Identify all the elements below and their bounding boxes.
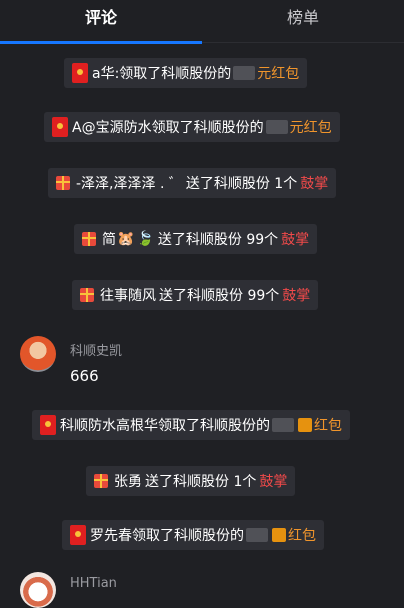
message-user: 罗先春 xyxy=(90,528,132,544)
comment-author: 科顺史凯 xyxy=(70,344,123,359)
leaf-emoji-icon: 🍃 xyxy=(136,231,154,247)
message-suffix: 鼓掌 xyxy=(282,288,311,304)
message-suffix: 元红包 xyxy=(257,66,300,82)
message-action: 送了科顺股份 1个 xyxy=(145,474,257,490)
red-envelope-icon xyxy=(70,525,86,545)
message-user: 张勇 xyxy=(114,474,142,490)
comment-item: HHTian xyxy=(20,572,117,608)
message-action: 送了科顺股份 99个 xyxy=(159,288,280,304)
gift-message: 往事随风 送了科顺股份 99个 鼓掌 xyxy=(72,280,319,310)
red-envelope-icon xyxy=(72,63,88,83)
tab-comments[interactable]: 评论 xyxy=(0,0,202,44)
gift-message: -泽泽,泽泽泽 . ゛ 送了科顺股份 1个 鼓掌 xyxy=(48,168,337,198)
redpack-message: A@宝源防水 领取了科顺股份的 元红包 xyxy=(44,112,340,142)
redacted-amount xyxy=(272,418,294,432)
gift-icon xyxy=(94,474,108,488)
redpack-message: 科顺防水高根华 领取了科顺股份的 红包 xyxy=(32,410,350,440)
tab-comments-label: 评论 xyxy=(84,8,117,27)
tab-bar: 评论 榜单 xyxy=(0,0,404,44)
message-action: 领取了科顺股份的 xyxy=(119,66,232,82)
message-user: -泽泽,泽泽泽 . ゛ xyxy=(76,176,183,192)
message-action: 领取了科顺股份的 xyxy=(132,528,244,544)
message-user: A@宝源防水 xyxy=(72,120,152,136)
message-suffix: 元红包 xyxy=(289,120,332,136)
message-user: a华: xyxy=(92,66,120,82)
message-suffix: 鼓掌 xyxy=(259,474,288,490)
gift-message: 简 🐹 🍃 送了科顺股份 99个 鼓掌 xyxy=(74,224,318,254)
tab-ranking[interactable]: 榜单 xyxy=(202,0,404,42)
gift-icon xyxy=(82,232,96,246)
redacted-amount-highlight xyxy=(298,418,312,432)
gift-icon xyxy=(80,288,94,302)
gift-message: 张勇 送了科顺股份 1个 鼓掌 xyxy=(86,466,296,496)
redacted-amount xyxy=(246,528,268,542)
avatar[interactable] xyxy=(20,336,56,372)
redacted-amount xyxy=(233,66,256,80)
redpack-message: a华: 领取了科顺股份的 元红包 xyxy=(64,58,308,88)
message-action: 送了科顺股份 99个 xyxy=(157,232,279,248)
message-action: 送了科顺股份 1个 xyxy=(185,176,298,192)
message-action: 领取了科顺股份的 xyxy=(151,120,264,136)
message-suffix: 鼓掌 xyxy=(300,176,329,192)
avatar[interactable] xyxy=(20,572,56,608)
red-envelope-icon xyxy=(40,415,56,435)
hamster-emoji-icon: 🐹 xyxy=(117,231,135,247)
redpack-message: 罗先春 领取了科顺股份的 红包 xyxy=(62,520,324,550)
gift-icon xyxy=(56,176,70,190)
tab-ranking-label: 榜单 xyxy=(286,8,319,27)
message-suffix: 红包 xyxy=(314,418,342,434)
message-user: 简 xyxy=(102,232,116,248)
message-action: 领取了科顺股份的 xyxy=(158,418,270,434)
active-tab-indicator xyxy=(0,41,202,44)
message-user: 科顺防水高根华 xyxy=(60,418,158,434)
comment-item: 科顺史凯 666 xyxy=(20,336,122,385)
message-user: 往事随风 xyxy=(100,288,156,304)
redacted-amount xyxy=(265,120,288,134)
message-suffix: 鼓掌 xyxy=(281,232,310,248)
comment-text: 666 xyxy=(70,367,99,385)
redacted-amount-highlight xyxy=(272,528,286,542)
message-suffix: 红包 xyxy=(288,528,316,544)
red-envelope-icon xyxy=(52,117,68,137)
comment-author: HHTian xyxy=(70,576,117,591)
